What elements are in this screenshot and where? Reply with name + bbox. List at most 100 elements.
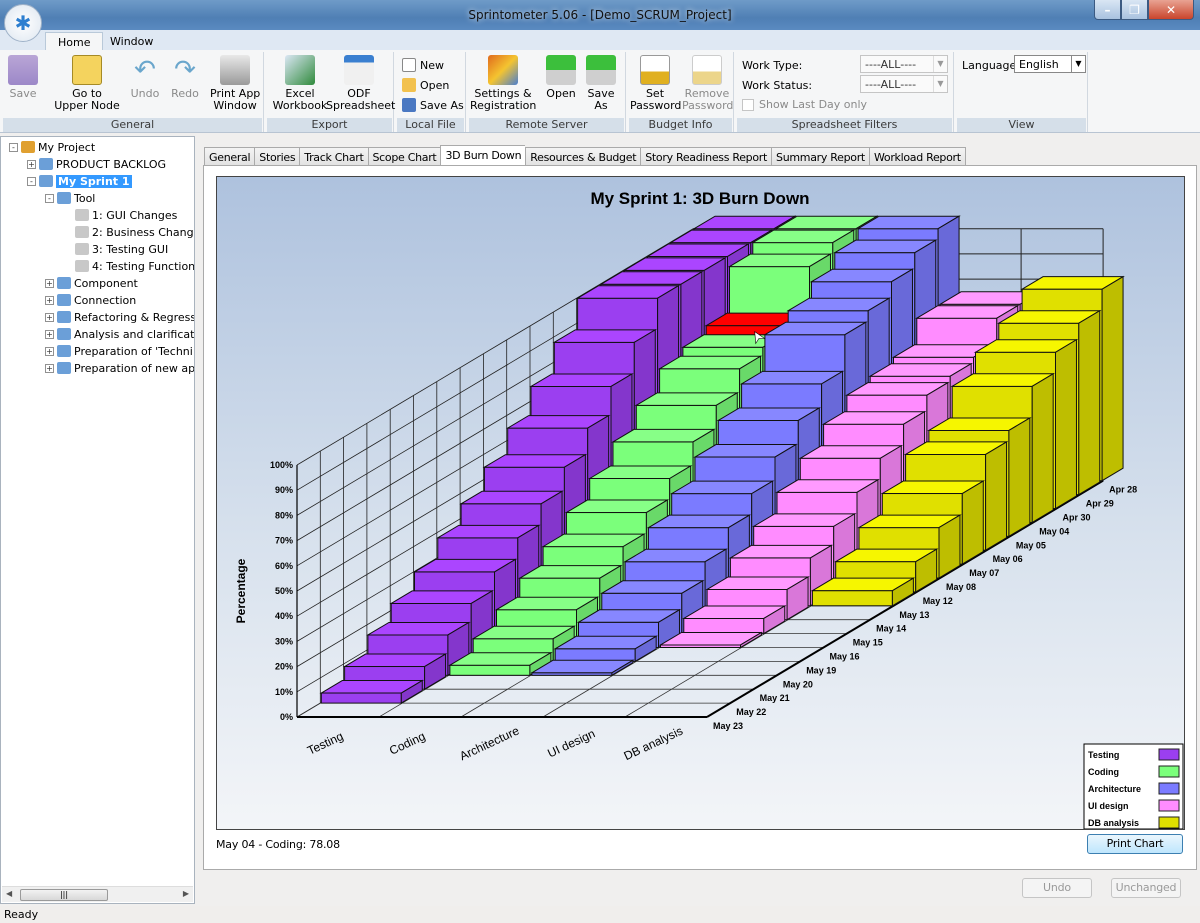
tab-stories[interactable]: Stories	[254, 147, 300, 166]
maximize-button[interactable]: ❐	[1121, 0, 1148, 20]
undo-button[interactable]: ↶ Undo	[128, 55, 162, 100]
group-remote-server: Settings & Registration Open Save As Rem…	[468, 52, 626, 132]
tree-node-label: Component	[74, 276, 138, 290]
tree-node[interactable]: 2: Business Change	[63, 224, 194, 240]
expand-icon[interactable]: +	[45, 346, 54, 356]
project-tree[interactable]: ◀ ||| ▶ - My Project + PRODUCT BACKLOG - My S…	[0, 136, 195, 904]
tree-node[interactable]: + Preparation of new app	[45, 360, 194, 376]
tree-node[interactable]: + Analysis and clarificati	[45, 326, 194, 342]
collapse-icon[interactable]: -	[9, 142, 18, 152]
work-status-select[interactable]: ----ALL---- ▼	[860, 75, 948, 93]
tree-node[interactable]: + Component	[45, 275, 138, 291]
go-upper-node-button[interactable]: Go to Upper Node	[54, 55, 120, 112]
tab-resources-budget[interactable]: Resources & Budget	[525, 147, 641, 166]
tab-story-readiness-report[interactable]: Story Readiness Report	[640, 147, 772, 166]
group-label-remote-server: Remote Server	[469, 118, 624, 132]
ribbon: Save Go to Upper Node ↶ Undo ↷ Redo Print …	[0, 50, 1200, 133]
group-spreadsheet-filters: Work Type: ----ALL---- ▼ Work Status: ---…	[736, 52, 954, 132]
scroll-left-icon[interactable]: ◀	[6, 889, 12, 898]
task-icon	[75, 226, 89, 238]
save-as-file-button[interactable]: Save As	[402, 98, 464, 112]
save-button[interactable]: Save	[8, 55, 38, 100]
checkbox-box[interactable]	[742, 98, 754, 111]
tab-workload-report[interactable]: Workload Report	[868, 147, 966, 166]
print-chart-button[interactable]: Print Chart	[1087, 834, 1183, 854]
tree-node[interactable]: 4: Testing Function	[63, 258, 194, 274]
group-label-view: View	[957, 118, 1086, 132]
expand-icon[interactable]: +	[45, 278, 54, 288]
work-type-label: Work Type:	[742, 59, 803, 72]
expand-icon[interactable]: +	[45, 312, 54, 322]
date-label: May 06	[993, 554, 1023, 564]
tree-node[interactable]: + Preparation of 'Techni	[45, 343, 193, 359]
language-select[interactable]: English ▼	[1014, 55, 1086, 73]
minimize-button[interactable]: –	[1094, 0, 1121, 20]
tree-node[interactable]: + Refactoring & Regressi	[45, 309, 195, 325]
tree-node[interactable]: + Connection	[45, 292, 136, 308]
expand-icon[interactable]: +	[45, 329, 54, 339]
burn-down-chart[interactable]: My Sprint 1: 3D Burn Down 0% 10% 20% 30% 40% 5…	[217, 177, 1184, 830]
show-last-day-checkbox[interactable]: Show Last Day only	[742, 98, 867, 111]
tab-track-chart[interactable]: Track Chart	[299, 147, 368, 166]
chart-title: My Sprint 1: 3D Burn Down	[590, 189, 809, 208]
set-password-button[interactable]: Set Password	[630, 55, 681, 112]
redo-button[interactable]: ↷ Redo	[168, 55, 202, 100]
unchanged-button[interactable]: Unchanged	[1111, 878, 1181, 898]
bar-side	[961, 480, 984, 565]
tree-node-label: 3: Testing GUI	[92, 242, 169, 256]
remote-save-as-button[interactable]: Save As	[584, 55, 618, 112]
expand-icon[interactable]: +	[45, 363, 54, 373]
tab-3d-burn-down[interactable]: 3D Burn Down	[440, 145, 526, 167]
tree-node[interactable]: - Tool	[45, 190, 95, 206]
category-label: UI design	[545, 726, 597, 760]
tree-node[interactable]: 1: GUI Changes	[63, 207, 177, 223]
chevron-down-icon: ▼	[933, 76, 947, 92]
legend-swatch	[1158, 782, 1180, 795]
undo-arrow-icon: ↶	[134, 55, 156, 85]
work-type-select[interactable]: ----ALL---- ▼	[860, 55, 948, 73]
date-label: May 19	[806, 665, 836, 675]
work-status-label: Work Status:	[742, 79, 813, 92]
collapse-icon[interactable]: -	[27, 176, 36, 186]
tab-scope-chart[interactable]: Scope Chart	[367, 147, 441, 166]
y-tick-label: 70%	[275, 536, 293, 546]
book-icon	[39, 158, 53, 170]
close-button[interactable]: ✕	[1148, 0, 1194, 20]
tab-general[interactable]: General	[204, 147, 255, 166]
tab-summary-report[interactable]: Summary Report	[771, 147, 869, 166]
app-menu-button[interactable]: ✱	[4, 4, 42, 42]
status-bar: Ready	[0, 906, 1200, 923]
settings-registration-button[interactable]: Settings & Registration	[470, 55, 536, 112]
tree-horizontal-scrollbar[interactable]: ◀ ||| ▶	[2, 886, 193, 902]
odf-spreadsheet-button[interactable]: ODF Spreadsheet	[326, 55, 395, 112]
group-label-spreadsheet-filters: Spreadsheet Filters	[737, 118, 952, 132]
scrollbar-thumb[interactable]: |||	[20, 889, 108, 901]
legend-label: UI design	[1088, 801, 1129, 811]
new-file-button[interactable]: New	[402, 58, 444, 72]
tree-node[interactable]: - My Project	[9, 139, 95, 155]
expand-icon[interactable]: +	[45, 295, 54, 305]
date-label: May 04	[1039, 526, 1069, 536]
print-app-window-button[interactable]: Print App Window	[210, 55, 260, 112]
remote-open-button[interactable]: Open	[544, 55, 578, 100]
bar-side	[1078, 309, 1101, 496]
scroll-right-icon[interactable]: ▶	[183, 889, 189, 898]
excel-workbook-button[interactable]: Excel Workbook	[270, 55, 330, 112]
expand-icon[interactable]: +	[27, 159, 36, 169]
tree-node[interactable]: 3: Testing GUI	[63, 241, 168, 257]
tree-node-label: Refactoring & Regressi	[74, 310, 195, 324]
ribbon-tab-window[interactable]: Window	[98, 32, 165, 51]
date-label: May 12	[923, 596, 953, 606]
ribbon-tab-home[interactable]: Home	[45, 32, 104, 51]
y-tick-label: 100%	[270, 460, 293, 470]
open-file-button[interactable]: Open	[402, 78, 449, 92]
tree-node[interactable]: - My Sprint 1	[27, 173, 132, 189]
pencil-icon	[57, 192, 71, 204]
pencil-icon	[57, 311, 71, 323]
tree-node-label: My Project	[38, 140, 96, 154]
title-bar: Sprintometer 5.06 - [Demo_SCRUM_Project]…	[0, 0, 1200, 30]
undo-changes-button[interactable]: Undo	[1022, 878, 1092, 898]
collapse-icon[interactable]: -	[45, 193, 54, 203]
remove-password-button[interactable]: Remove Password	[682, 55, 733, 112]
tree-node[interactable]: + PRODUCT BACKLOG	[27, 156, 166, 172]
